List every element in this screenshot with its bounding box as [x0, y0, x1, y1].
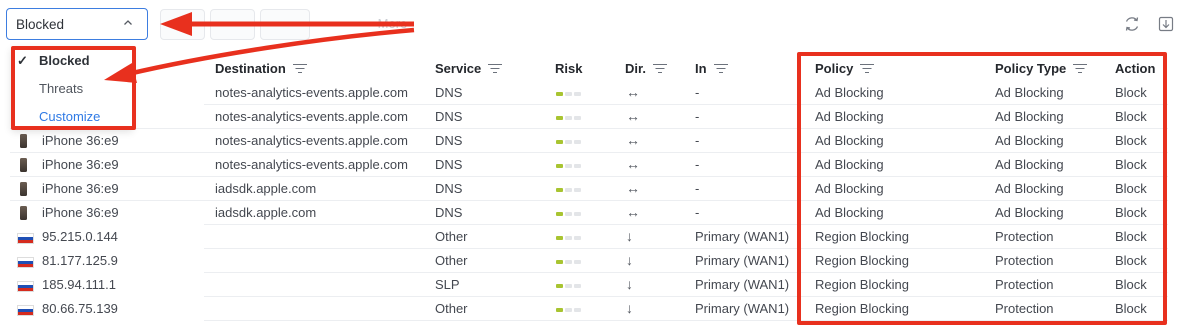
arrow-to-threats-item [127, 27, 415, 77]
arrowhead-threats-item [104, 63, 137, 83]
arrowhead-filter-select [160, 12, 192, 36]
annotation-arrows [104, 12, 415, 83]
